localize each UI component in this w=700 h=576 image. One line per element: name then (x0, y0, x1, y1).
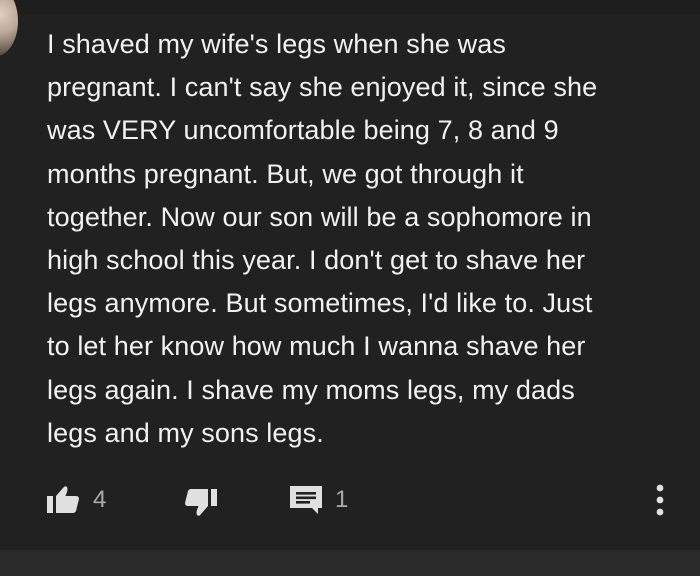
more-vertical-icon[interactable] (648, 482, 672, 518)
comment-text: I shaved my wife's legs when she was pre… (47, 29, 598, 448)
previous-header-strip: ‾ ‾ ‾ ‾ ‾ ‾ ‾ ‾ ‾ ‾ (0, 0, 700, 14)
comment-screen: ‾ ‾ ‾ ‾ ‾ ‾ ‾ ‾ ‾ ‾ I shaved my wife's l… (0, 0, 700, 576)
like-count: 4 (93, 486, 107, 513)
avatar[interactable] (0, 0, 18, 56)
cut-off-metadata: ‾ ‾ ‾ ‾ ‾ ‾ ‾ ‾ ‾ ‾ (150, 0, 278, 10)
comment-actions: 4 1 (0, 478, 700, 522)
next-item-divider (0, 550, 700, 576)
thumbs-up-icon[interactable] (46, 484, 80, 514)
reply-comment-icon[interactable] (288, 484, 324, 516)
reply-count: 1 (335, 486, 349, 513)
thumbs-down-icon[interactable] (184, 488, 218, 518)
